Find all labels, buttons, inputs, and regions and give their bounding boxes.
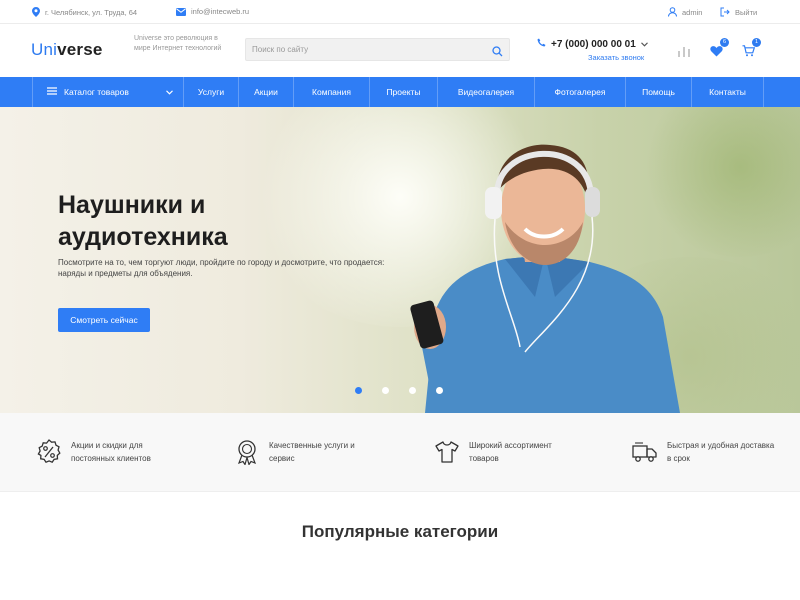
nav-item-photo-gallery[interactable]: Фотогалерея xyxy=(535,77,626,107)
slider-dot-2[interactable] xyxy=(382,387,389,394)
nav-item-company[interactable]: Компания xyxy=(294,77,370,107)
advantages-strip: Акции и скидки для постоянных клиентов К… xyxy=(0,413,800,492)
logo-part-verse: verse xyxy=(57,40,103,59)
search-icon[interactable] xyxy=(492,44,503,62)
phone-text[interactable]: +7 (000) 000 00 01 xyxy=(551,39,636,50)
logout-icon xyxy=(720,7,730,17)
slider-dot-1[interactable] xyxy=(355,387,362,394)
nav-item-help[interactable]: Помощь xyxy=(626,77,692,107)
advantage-text: Широкий ассортимент товаров xyxy=(469,441,552,463)
compare-icon[interactable] xyxy=(677,44,691,62)
discount-icon xyxy=(37,439,61,464)
slider-dot-4[interactable] xyxy=(436,387,443,394)
favorites-count-badge: 6 xyxy=(720,38,729,47)
watch-now-button[interactable]: Смотреть сейчас xyxy=(58,308,150,332)
slider-pagination xyxy=(355,387,443,394)
quality-award-icon xyxy=(237,440,257,465)
advantage-text: Быстрая и удобная доставка в срок xyxy=(667,441,775,463)
nav-item-video-gallery[interactable]: Видеогалерея xyxy=(438,77,535,107)
main-navigation: Каталог товаров Услуги Акции Компания Пр… xyxy=(0,77,800,107)
cart-icon[interactable]: 1 xyxy=(742,38,761,62)
hero-description: Посмотрите на то, чем торгуют люди, прой… xyxy=(58,258,385,278)
username[interactable]: admin xyxy=(682,8,702,17)
nav-item-services[interactable]: Услуги xyxy=(184,77,239,107)
email-info[interactable]: info@intecweb.ru xyxy=(176,7,249,16)
logo[interactable]: Universe xyxy=(31,40,103,60)
hero-title: Наушники и аудиотехника xyxy=(58,191,228,251)
phone-number[interactable]: +7 (000) 000 00 01 xyxy=(537,38,648,50)
advantage-text: Акции и скидки для постоянных клиентов xyxy=(71,441,151,463)
address-text: г. Челябинск, ул. Труда, 64 xyxy=(45,7,138,17)
user-account-link[interactable]: admin xyxy=(668,7,702,17)
envelope-icon xyxy=(176,7,186,16)
phone-icon xyxy=(537,38,546,50)
hero-slider: Наушники и аудиотехника Посмотрите на то… xyxy=(0,107,800,413)
advantage-item: Качественные услуги и сервис xyxy=(234,439,379,465)
delivery-truck-icon xyxy=(632,442,657,462)
logo-part-uni: Uni xyxy=(31,40,58,59)
chevron-down-icon xyxy=(166,87,173,97)
catalog-menu-button[interactable]: Каталог товаров xyxy=(32,77,184,107)
address-info: г. Челябинск, ул. Труда, 64 xyxy=(32,7,137,17)
advantage-item: Широкий ассортимент товаров xyxy=(434,439,579,465)
nav-item-promotions[interactable]: Акции xyxy=(239,77,294,107)
callback-link[interactable]: Заказать звонок xyxy=(588,53,644,62)
tagline: Universe это революция в мире Интернет т… xyxy=(134,35,222,52)
search-box xyxy=(245,38,510,61)
search-input[interactable] xyxy=(246,39,476,60)
user-icon xyxy=(668,7,677,17)
hero-man-with-headphones-image xyxy=(410,144,680,413)
slider-dot-3[interactable] xyxy=(409,387,416,394)
email-link[interactable]: info@intecweb.ru xyxy=(191,7,249,16)
advantage-item: Акции и скидки для постоянных клиентов xyxy=(36,439,181,465)
top-bar: г. Челябинск, ул. Труда, 64 info@intecwe… xyxy=(0,0,800,24)
hamburger-menu-icon xyxy=(47,87,57,97)
advantage-item: Быстрая и удобная доставка в срок xyxy=(632,439,777,465)
favorites-heart-icon[interactable]: 6 xyxy=(710,38,729,62)
logout-link[interactable]: Выйти xyxy=(720,7,757,17)
advantage-text: Качественные услуги и сервис xyxy=(269,441,355,463)
popular-categories-title: Популярные категории xyxy=(301,522,499,541)
tshirt-icon xyxy=(435,441,459,463)
catalog-label: Каталог товаров xyxy=(64,87,129,97)
header: Universe Universe это революция в мире И… xyxy=(0,24,800,77)
nav-item-contacts[interactable]: Контакты xyxy=(692,77,764,107)
chevron-down-icon[interactable] xyxy=(640,39,648,50)
location-pin-icon xyxy=(32,7,40,17)
logout-label[interactable]: Выйти xyxy=(735,8,757,17)
nav-item-projects[interactable]: Проекты xyxy=(370,77,438,107)
cart-count-badge: 1 xyxy=(752,38,761,47)
